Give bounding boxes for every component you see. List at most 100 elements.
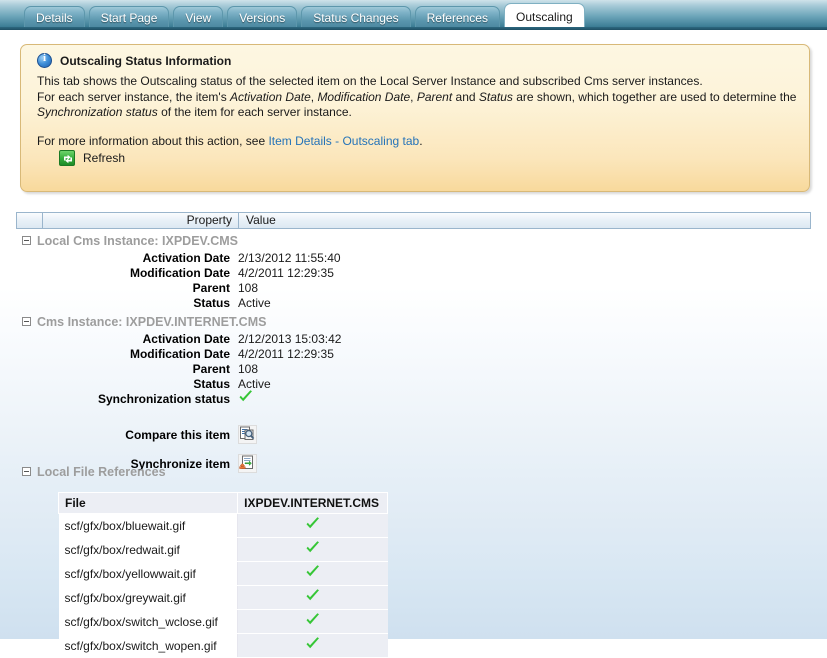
property-grid-header: Property Value	[16, 212, 811, 229]
file-path-cell: scf/gfx/box/switch_wclose.gif	[58, 609, 239, 634]
property-row: Status Active	[16, 295, 811, 310]
info-em-sync-status: Synchronization status	[37, 105, 158, 119]
property-action-row: Compare this item	[16, 420, 811, 449]
property-row: Modification Date 4/2/2011 12:29:35	[16, 346, 811, 361]
file-references-group-header[interactable]: Local File References	[16, 462, 811, 481]
green-check-icon	[305, 565, 321, 579]
tab-strip: Details Start Page View Versions Status Chan…	[0, 0, 827, 30]
file-table-row: scf/gfx/box/switch_wclose.gif	[58, 609, 388, 634]
green-check-icon	[305, 637, 321, 651]
grid-header-spacer	[17, 213, 43, 228]
property-row: Activation Date 2/12/2013 15:03:42	[16, 331, 811, 346]
info-p2-pre: For each server instance, the item's	[37, 89, 231, 104]
property-group-header[interactable]: Cms Instance: IXPDEV.INTERNET.CMS	[16, 312, 811, 331]
property-value: 4/2/2011 12:29:35	[238, 265, 334, 280]
info-panel-body: This tab shows the Outscaling status of …	[37, 74, 797, 149]
info-panel-header: Outscaling Status Information	[37, 52, 232, 68]
info-paragraph-1: This tab shows the Outscaling status of …	[37, 74, 797, 90]
property-name: Status	[193, 376, 230, 391]
info-sep-2: ,	[410, 89, 417, 104]
tab-strip-shadow	[0, 27, 827, 30]
info-sep-3: and	[452, 89, 479, 104]
info-em-modification-date: Modification Date	[317, 89, 411, 104]
file-sync-status-cell	[237, 561, 388, 586]
grid-header-property: Property	[43, 213, 239, 228]
property-row: Parent 108	[16, 280, 811, 295]
refresh-icon	[59, 150, 75, 166]
property-name: Parent	[192, 280, 230, 295]
property-grid: Property Value Local Cms Instance: IXPDE…	[16, 212, 811, 478]
file-table-row: scf/gfx/box/yellowwait.gif	[58, 561, 388, 586]
info-panel-title: Outscaling Status Information	[60, 53, 232, 68]
property-grid-body: Local Cms Instance: IXPDEV.CMS Activation…	[16, 231, 811, 406]
info-p2-post: are shown, which together are used to de…	[512, 89, 797, 104]
file-path-cell: scf/gfx/box/yellowwait.gif	[58, 561, 239, 586]
collapse-minus-icon[interactable]	[22, 236, 31, 245]
property-name: Synchronization status	[97, 391, 230, 406]
property-value: 2/12/2013 15:03:42	[238, 331, 342, 346]
property-row: Activation Date 2/13/2012 11:55:40	[16, 250, 811, 265]
property-value: Active	[238, 295, 271, 310]
info-more-pre: For more information about this action, …	[37, 133, 269, 148]
green-check-icon	[305, 517, 321, 531]
file-sync-status-cell	[237, 633, 388, 658]
info-icon	[37, 52, 52, 68]
file-path-cell: scf/gfx/box/bluewait.gif	[58, 513, 239, 538]
item-details-outscaling-tab-link[interactable]: Item Details - Outscaling tab	[268, 134, 419, 148]
property-name: Modification Date	[129, 346, 230, 361]
property-group-title: Cms Instance: IXPDEV.INTERNET.CMS	[37, 314, 267, 329]
tab-outscaling[interactable]: Outscaling	[503, 3, 585, 30]
property-name: Parent	[192, 361, 230, 376]
file-table-row: scf/gfx/box/greywait.gif	[58, 585, 388, 610]
green-check-icon	[305, 613, 321, 627]
file-table-row: scf/gfx/box/bluewait.gif	[58, 513, 388, 538]
property-name: Activation Date	[142, 250, 230, 265]
grid-header-value: Value	[246, 213, 276, 227]
property-name: Modification Date	[129, 265, 230, 280]
file-sync-status-cell	[237, 585, 388, 610]
collapse-minus-icon[interactable]	[22, 317, 31, 326]
file-sync-status-cell	[237, 513, 388, 538]
green-check-icon	[305, 541, 321, 555]
file-path-cell: scf/gfx/box/greywait.gif	[58, 585, 239, 610]
property-row: Status Active	[16, 376, 811, 391]
info-em-activation-date: Activation Date	[230, 89, 311, 104]
file-table-body: scf/gfx/box/bluewait.gif scf/gfx/box/redw…	[58, 513, 388, 658]
file-sync-status-cell	[237, 537, 388, 562]
refresh-button[interactable]: Refresh	[59, 150, 125, 166]
info-paragraph-2: For each server instance, the item's Act…	[37, 90, 797, 121]
green-check-icon	[238, 390, 254, 404]
property-value	[238, 390, 254, 407]
file-sync-status-cell	[237, 609, 388, 634]
property-value: 4/2/2011 12:29:35	[238, 346, 334, 361]
info-p2-end: of the item for each server instance.	[157, 105, 352, 119]
file-references-table: File IXPDEV.INTERNET.CMS scf/gfx/box/blu…	[57, 492, 388, 658]
compare-document-icon[interactable]	[238, 425, 257, 444]
file-table-head: File IXPDEV.INTERNET.CMS	[57, 492, 388, 514]
collapse-minus-icon[interactable]	[22, 467, 31, 476]
info-em-parent: Parent	[416, 89, 453, 104]
property-value: 108	[238, 280, 259, 295]
property-value: Active	[238, 376, 271, 391]
property-group-header[interactable]: Local Cms Instance: IXPDEV.CMS	[16, 231, 811, 250]
file-column-header: File	[57, 492, 239, 514]
file-references-title: Local File References	[37, 464, 166, 479]
info-more-line: For more information about this action, …	[37, 134, 797, 150]
property-name: Status	[193, 295, 230, 310]
action-label: Compare this item	[125, 427, 230, 442]
local-file-references-section: Local File References File IXPDEV.INTERN…	[16, 460, 811, 658]
refresh-label: Refresh	[83, 151, 126, 165]
property-name: Activation Date	[142, 331, 230, 346]
tab-list: Details Start Page View Versions Status Chan…	[24, 3, 589, 30]
outscaling-info-panel: Outscaling Status Information This tab s…	[20, 44, 810, 192]
property-value: 108	[238, 361, 259, 376]
property-row: Parent 108	[16, 361, 811, 376]
property-row: Modification Date 4/2/2011 12:29:35	[16, 265, 811, 280]
tab-content-outscaling: Outscaling Status Information This tab s…	[0, 30, 827, 658]
property-group-title: Local Cms Instance: IXPDEV.CMS	[37, 233, 238, 248]
info-em-status: Status	[478, 89, 513, 104]
info-more-post: .	[419, 133, 423, 148]
file-path-cell: scf/gfx/box/switch_wopen.gif	[58, 633, 239, 658]
property-row: Synchronization status	[16, 390, 811, 407]
file-path-cell: scf/gfx/box/redwait.gif	[58, 537, 239, 562]
